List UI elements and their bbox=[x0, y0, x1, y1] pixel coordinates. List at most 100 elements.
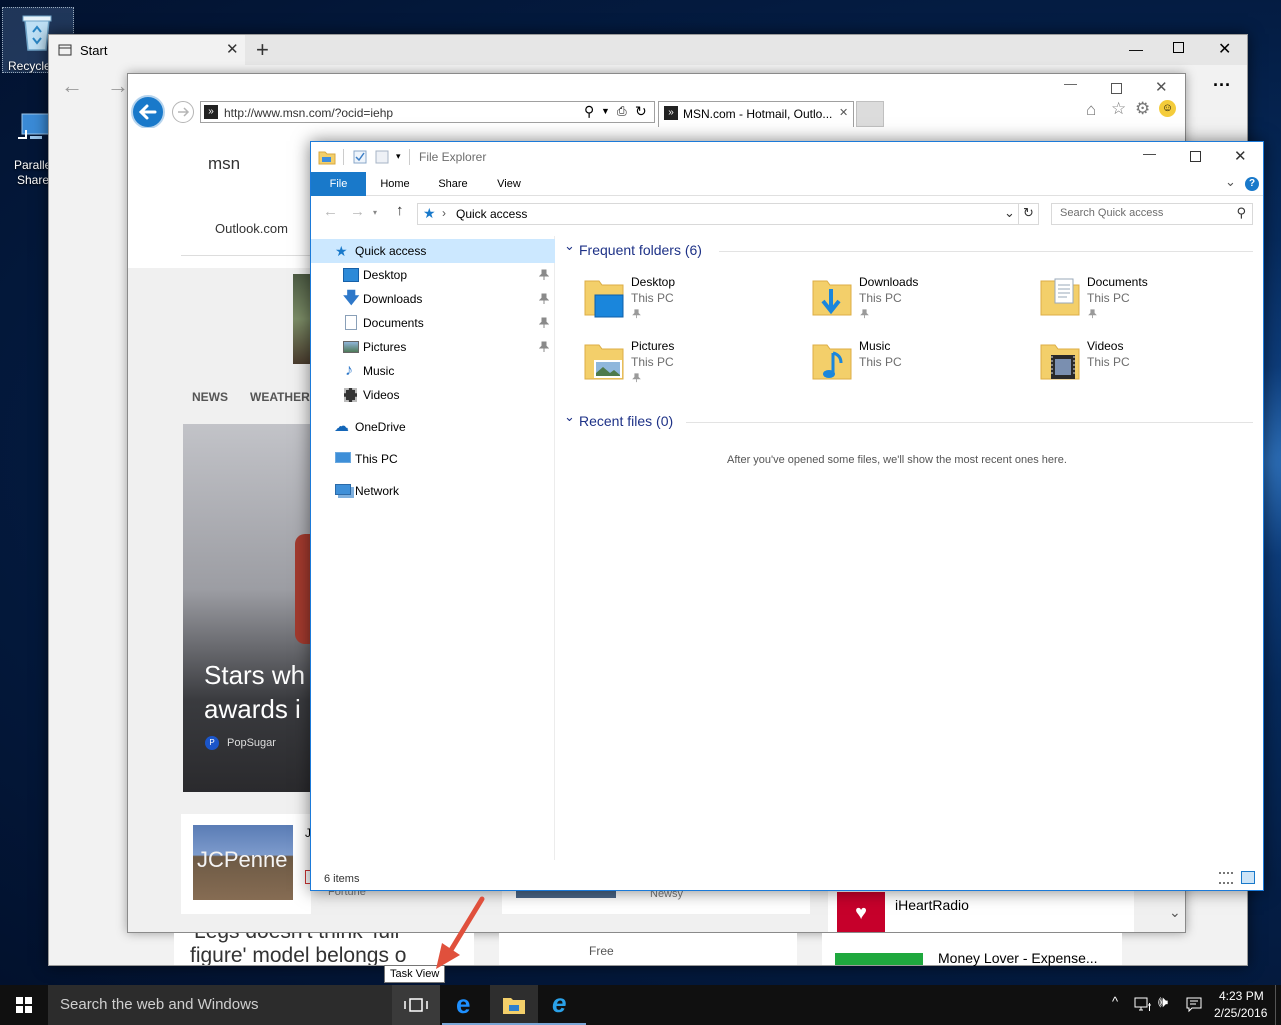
maximize-icon[interactable] bbox=[1173, 42, 1184, 53]
nav-item-downloads[interactable]: 🡇 Downloads bbox=[311, 287, 555, 311]
taskbar-search-box[interactable]: Search the web and Windows bbox=[48, 985, 392, 1025]
pin-icon[interactable] bbox=[539, 293, 549, 305]
nav-item-this-pc[interactable]: This PC bbox=[311, 447, 555, 471]
ie-address-bar[interactable]: » http://www.msn.com/?ocid=iehp ⚲ ▼ ⎙ ↻ bbox=[200, 101, 655, 123]
expand-ribbon-icon[interactable]: ⌄ bbox=[1225, 174, 1236, 190]
more-options-button[interactable]: ··· bbox=[1213, 75, 1231, 96]
help-icon[interactable]: ? bbox=[1245, 177, 1259, 191]
up-arrow-icon[interactable]: ↑ bbox=[396, 202, 404, 219]
explorer-search-input[interactable]: Search Quick access ⚲ bbox=[1051, 203, 1253, 225]
new-folder-icon[interactable] bbox=[375, 150, 389, 164]
nav-link-news[interactable]: NEWS bbox=[192, 390, 228, 404]
background-app-card[interactable]: Free bbox=[499, 933, 797, 965]
nav-item-videos[interactable]: Videos bbox=[311, 383, 555, 407]
home-icon[interactable]: ⌂ bbox=[1086, 100, 1096, 120]
network-icon[interactable] bbox=[1134, 997, 1152, 1013]
volume-icon[interactable]: 🕪 bbox=[1158, 994, 1168, 1012]
frequent-folders-header[interactable]: Frequent folders (6) bbox=[579, 242, 702, 258]
minimize-icon[interactable]: — bbox=[1064, 76, 1077, 91]
ribbon-tab-file[interactable]: File bbox=[311, 172, 366, 196]
explorer-address-bar[interactable]: ★ › Quick access ⌄ ↻ bbox=[417, 203, 1039, 225]
new-tab-button[interactable]: + bbox=[256, 37, 269, 63]
nav-item-documents[interactable]: Documents bbox=[311, 311, 555, 335]
refresh-icon[interactable]: ↻ bbox=[635, 103, 647, 120]
nav-item-onedrive[interactable]: ☁ OneDrive bbox=[311, 415, 555, 439]
maximize-icon[interactable] bbox=[1190, 151, 1201, 162]
refresh-icon[interactable]: ↻ bbox=[1023, 205, 1034, 221]
back-arrow-icon[interactable]: ← bbox=[323, 203, 338, 220]
folder-tile-pictures[interactable]: Pictures This PC bbox=[583, 339, 783, 395]
close-tab-icon[interactable]: ✕ bbox=[839, 106, 848, 119]
forward-arrow-icon[interactable]: → bbox=[350, 203, 365, 220]
pin-icon[interactable] bbox=[539, 341, 549, 353]
minimize-icon[interactable]: — bbox=[1129, 41, 1143, 57]
start-button[interactable] bbox=[0, 985, 48, 1025]
taskbar-app-edge[interactable]: e bbox=[442, 985, 490, 1025]
compat-view-icon[interactable]: ⎙ bbox=[617, 104, 627, 119]
quick-access-toolbar-dropdown-icon[interactable]: ▾ bbox=[396, 151, 401, 162]
show-hidden-icons-chevron-icon[interactable]: ^ bbox=[1112, 994, 1118, 1009]
background-headline-card[interactable]: 'Legs doesn't think 'full- figure' model… bbox=[174, 933, 474, 965]
msn-logo[interactable]: msn bbox=[208, 154, 240, 174]
back-button[interactable] bbox=[131, 95, 165, 129]
favorites-star-icon[interactable]: ☆ bbox=[1111, 99, 1126, 119]
ribbon-tab-share[interactable]: Share bbox=[427, 172, 479, 196]
nav-item-desktop[interactable]: Desktop bbox=[311, 263, 555, 287]
properties-icon[interactable] bbox=[353, 150, 367, 164]
pin-icon[interactable] bbox=[539, 317, 549, 329]
folder-tile-videos[interactable]: Videos This PC bbox=[1039, 339, 1239, 395]
clock-time[interactable]: 4:23 PM bbox=[1219, 989, 1264, 1003]
large-icons-view-icon[interactable] bbox=[1241, 871, 1255, 884]
settings-gear-icon[interactable]: ⚙ bbox=[1135, 99, 1150, 119]
nav-item-quick-access[interactable]: ★ Quick access bbox=[311, 239, 555, 263]
folder-tile-documents[interactable]: Documents This PC bbox=[1039, 275, 1239, 331]
collapse-chevron-icon[interactable]: ⌄ bbox=[564, 409, 575, 425]
search-icon[interactable]: ⚲ bbox=[584, 103, 594, 120]
close-icon[interactable]: ✕ bbox=[1234, 147, 1247, 165]
folder-tile-downloads[interactable]: Downloads This PC bbox=[811, 275, 1011, 331]
nav-item-network[interactable]: Network bbox=[311, 479, 555, 503]
close-tab-icon[interactable]: ✕ bbox=[226, 40, 239, 58]
task-view-button[interactable] bbox=[392, 985, 440, 1025]
back-arrow-icon[interactable]: ← bbox=[61, 73, 83, 99]
file-explorer-window: ▾ File Explorer — ✕ File Home Share View… bbox=[310, 141, 1264, 891]
ie-tab-msn[interactable]: » MSN.com - Hotmail, Outlo... ✕ bbox=[658, 101, 854, 127]
hero-story-card[interactable]: Stars wh awards i P PopSugar bbox=[183, 424, 313, 792]
edge-tab-start[interactable]: Start ✕ bbox=[49, 35, 245, 65]
address-dropdown-icon[interactable]: ⌄ bbox=[1004, 205, 1015, 221]
nav-link-weather[interactable]: WEATHER bbox=[250, 390, 310, 404]
forward-button[interactable] bbox=[172, 101, 194, 123]
close-icon[interactable]: ✕ bbox=[1218, 39, 1231, 59]
folder-tile-music[interactable]: Music This PC bbox=[811, 339, 1011, 395]
clock-date[interactable]: 2/25/2016 bbox=[1214, 1006, 1267, 1020]
nav-item-label: OneDrive bbox=[355, 420, 406, 434]
folder-downloads-icon bbox=[812, 280, 852, 316]
ie-new-tab-button[interactable] bbox=[856, 101, 884, 127]
app-card-iheartradio[interactable]: ♥ iHeartRadio bbox=[828, 888, 1134, 932]
recent-files-header[interactable]: Recent files (0) bbox=[579, 413, 673, 429]
close-icon[interactable]: ✕ bbox=[1155, 78, 1168, 96]
maximize-icon[interactable] bbox=[1111, 83, 1122, 94]
nav-item-pictures[interactable]: Pictures bbox=[311, 335, 555, 359]
dropdown-icon[interactable]: ▼ bbox=[601, 106, 610, 116]
forward-arrow-icon[interactable]: → bbox=[107, 73, 129, 99]
taskbar-app-internet-explorer[interactable]: e bbox=[538, 985, 586, 1025]
story-card[interactable]: JCPenne J F bbox=[181, 814, 319, 914]
outlook-link[interactable]: Outlook.com bbox=[215, 221, 288, 236]
scroll-down-icon[interactable]: ⌄ bbox=[1169, 904, 1181, 921]
pin-icon[interactable] bbox=[539, 269, 549, 281]
action-center-icon[interactable] bbox=[1186, 997, 1202, 1013]
details-view-icon[interactable] bbox=[1219, 872, 1233, 884]
nav-item-music[interactable]: ♪ Music bbox=[311, 359, 555, 383]
ribbon-tab-home[interactable]: Home bbox=[369, 172, 421, 196]
feedback-smiley-icon[interactable]: ☺ bbox=[1159, 100, 1176, 117]
ribbon-tab-view[interactable]: View bbox=[483, 172, 535, 196]
recent-locations-icon[interactable]: ▾ bbox=[373, 208, 377, 217]
story-card[interactable]: Newsy bbox=[502, 888, 810, 914]
minimize-icon[interactable]: — bbox=[1143, 146, 1156, 161]
show-desktop-button[interactable] bbox=[1275, 985, 1276, 1025]
taskbar-app-file-explorer[interactable] bbox=[490, 985, 538, 1025]
collapse-chevron-icon[interactable]: ⌄ bbox=[564, 238, 575, 254]
folder-tile-desktop[interactable]: Desktop This PC bbox=[583, 275, 783, 331]
background-app-card[interactable]: Money Lover - Expense... bbox=[822, 933, 1122, 966]
